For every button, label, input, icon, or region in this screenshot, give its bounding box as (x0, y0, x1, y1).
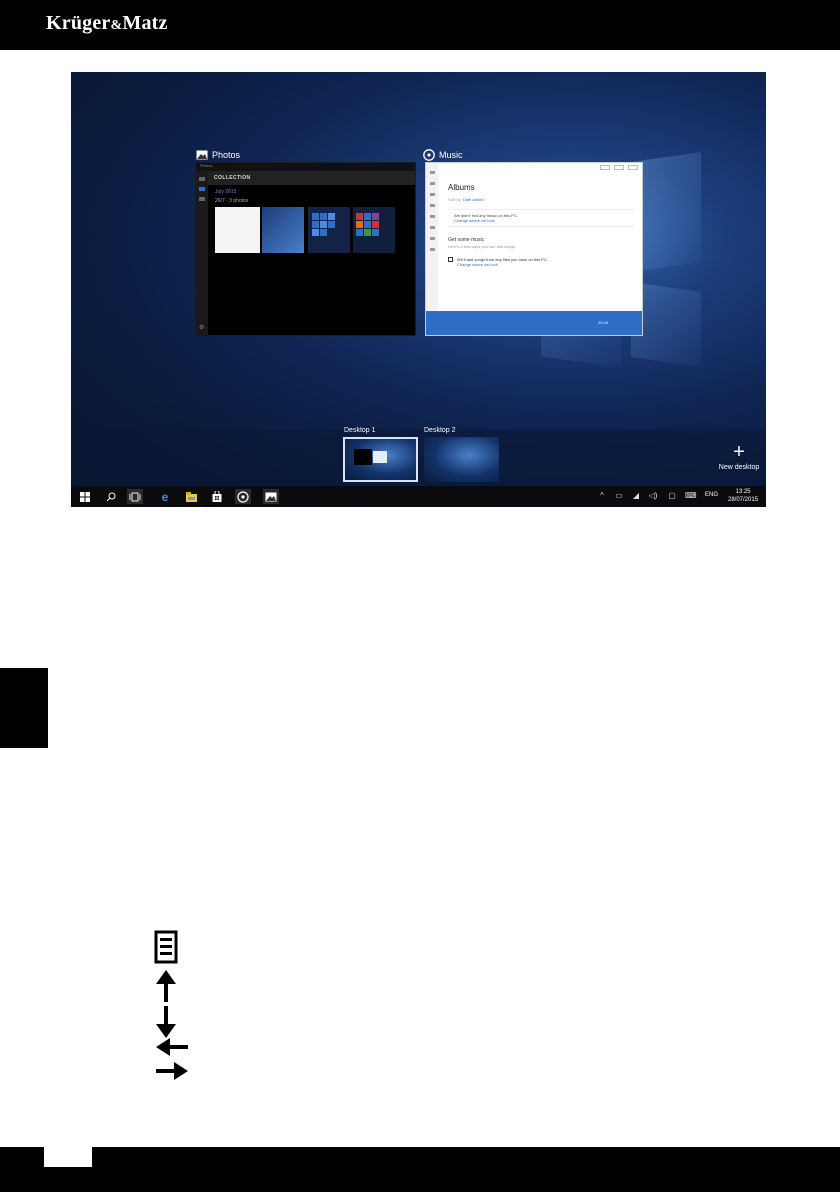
file-explorer-button[interactable] (183, 489, 199, 504)
photo-thumbnail[interactable] (215, 207, 260, 253)
groove-music-icon (423, 149, 435, 161)
player-time: 35:48 (598, 320, 609, 325)
photo-thumbnail[interactable] (308, 207, 350, 253)
artists-icon[interactable] (429, 204, 435, 207)
photos-taskbar-button[interactable] (263, 489, 279, 504)
now-playing-icon[interactable] (429, 226, 435, 229)
arrow-left-icon (156, 1038, 188, 1056)
edge-icon: e (161, 489, 169, 504)
keyboard-icon[interactable]: ⌨ (685, 491, 697, 502)
minimize-button[interactable] (600, 165, 610, 170)
task-view-button[interactable] (127, 489, 143, 504)
task-view-desktops-bar (71, 429, 766, 486)
photos-icon (265, 492, 277, 501)
input-language[interactable]: ENG (705, 492, 718, 498)
search-button[interactable] (103, 489, 119, 504)
menu-key-icon (154, 930, 178, 964)
add-songs-option[interactable]: We'll add songs from any files you have … (448, 257, 548, 267)
hamburger-icon[interactable] (429, 171, 435, 174)
photos-titlebar: Photos (196, 163, 415, 171)
close-button[interactable] (628, 165, 638, 170)
page-number-box (44, 1147, 92, 1167)
albums-icon[interactable] (199, 197, 205, 201)
search-icon (106, 492, 116, 501)
store-button[interactable] (209, 489, 225, 504)
music-no-music-notice: We didn't find any music on this PC. Cha… (448, 209, 634, 227)
music-nav-rail (426, 163, 438, 313)
settings-icon[interactable]: ⚙ (199, 324, 204, 331)
photos-window-label[interactable]: Photos (196, 149, 240, 161)
groove-music-icon (237, 490, 249, 503)
playlist-icon[interactable] (429, 237, 435, 240)
folder-icon (448, 257, 453, 262)
action-center-icon[interactable]: ▢ (667, 491, 677, 502)
search-icon[interactable] (429, 182, 435, 185)
settings-icon[interactable] (429, 248, 435, 251)
system-clock[interactable]: 13:25 28/07/2015 (728, 488, 758, 504)
photos-collection-header: COLLECTION (208, 171, 415, 185)
side-language-tab (0, 668, 48, 748)
music-player-bar: 35:48 (426, 311, 642, 335)
photo-thumbnail[interactable] (262, 207, 304, 253)
new-desktop-button[interactable]: + New desktop (714, 442, 764, 471)
window-controls (600, 165, 638, 170)
wifi-icon[interactable]: ◢ (631, 491, 641, 502)
chevron-up-icon[interactable]: ^ (597, 491, 607, 502)
store-bag-icon (212, 491, 222, 502)
desktop-1-mini-window (373, 451, 387, 463)
groove-music-taskbar-button[interactable] (235, 489, 251, 504)
music-window-label[interactable]: Music (423, 149, 463, 161)
photos-day-heading: 26/7 · 3 photos (215, 198, 249, 204)
change-location-link[interactable]: Change where we look (454, 218, 634, 223)
albums-icon[interactable] (429, 193, 435, 196)
photos-month-heading: July 2015 (215, 189, 237, 195)
get-music-subheading: Here's a few ways you can add songs (448, 244, 516, 249)
brand-logo: Krüger&Matz (46, 12, 168, 34)
photos-icon (196, 149, 208, 161)
edge-browser-button[interactable]: e (157, 489, 173, 504)
battery-icon[interactable]: ▭ (614, 491, 624, 502)
taskbar: e ^ ▭ ◢ ◁) ▢ ⌨ ENG 13:25 28/07/2015 (71, 486, 766, 507)
arrow-down-icon (156, 1006, 176, 1038)
maximize-button[interactable] (614, 165, 624, 170)
music-albums-title: Albums (448, 183, 475, 192)
plus-icon: + (733, 441, 745, 463)
windows-logo-icon (80, 491, 90, 502)
start-button[interactable] (77, 489, 93, 504)
page-footer (0, 1147, 840, 1192)
arrow-right-icon (156, 1062, 188, 1080)
page-header: Krüger&Matz (0, 0, 840, 50)
desktop-2-thumbnail[interactable] (424, 437, 499, 482)
photo-thumbnail[interactable] (353, 207, 395, 253)
desktop-screenshot: Photos Photos COLLECTION July 2015 26/7 … (71, 72, 766, 507)
desktop-1-label: Desktop 1 (344, 427, 376, 434)
desktop-1-thumbnail[interactable] (343, 437, 418, 482)
songs-icon[interactable] (429, 215, 435, 218)
folder-icon (185, 491, 197, 502)
get-music-heading: Get some music (448, 237, 485, 243)
volume-icon[interactable]: ◁) (648, 491, 658, 502)
music-sort-filter[interactable]: Sort by: Date added (448, 197, 484, 202)
hamburger-icon[interactable] (199, 177, 205, 181)
task-view-icon (129, 492, 141, 501)
music-window[interactable]: Albums Sort by: Date added We didn't fin… (425, 162, 643, 336)
photos-window[interactable]: Photos COLLECTION July 2015 26/7 · 3 pho… (195, 162, 416, 336)
desktop-2-label: Desktop 2 (424, 427, 456, 434)
desktop-1-mini-window (354, 449, 372, 465)
arrow-up-icon (156, 970, 176, 1002)
add-songs-link[interactable]: Change where we look (457, 262, 548, 267)
photos-sidebar (196, 171, 208, 335)
collection-icon[interactable] (199, 187, 205, 191)
